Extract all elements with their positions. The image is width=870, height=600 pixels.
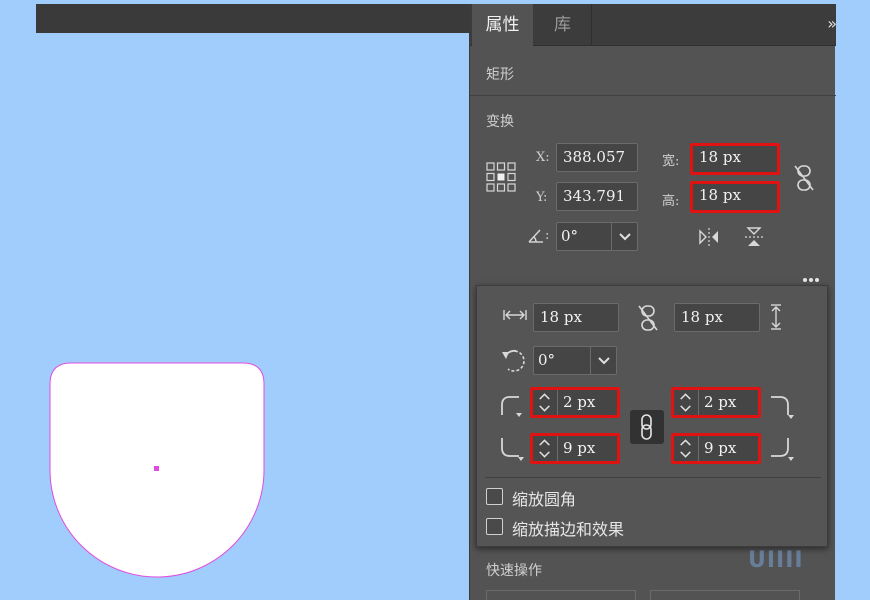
quick-action-button[interactable]: [486, 590, 636, 600]
angle-dropdown[interactable]: [611, 223, 637, 250]
scale-corners-label: 缩放圆角: [512, 490, 577, 509]
corner-top-left-input[interactable]: 2 px: [530, 387, 620, 418]
angle-value: 0°: [561, 227, 579, 245]
corner-bottom-right-icon[interactable]: [768, 436, 794, 462]
quick-actions-title: 快速操作: [486, 563, 542, 579]
link-dimensions-icon[interactable]: [637, 304, 659, 332]
x-label: X:: [536, 150, 550, 165]
transform-options-popup: 18 px 18 px 0° 2 px 2 px 9 px 9 px 缩放圆角 …: [476, 285, 828, 547]
stepper-arrows-icon[interactable]: [533, 436, 558, 461]
quick-action-button[interactable]: [650, 590, 800, 600]
height-label: 高:: [662, 194, 680, 209]
tab-properties[interactable]: 属性: [472, 4, 533, 46]
corner-bottom-right-value: 9 px: [704, 439, 737, 457]
corner-top-right-input[interactable]: 2 px: [671, 387, 761, 418]
rotate-icon: [502, 349, 525, 372]
corner-bottom-left-input[interactable]: 9 px: [530, 433, 620, 464]
more-options-icon[interactable]: [803, 267, 821, 286]
stepper-arrows-icon[interactable]: [674, 390, 699, 415]
link-icon: [641, 414, 652, 440]
corner-bottom-right-input[interactable]: 9 px: [671, 433, 761, 464]
reference-point-icon[interactable]: [486, 162, 516, 192]
stepper-arrows-icon[interactable]: [533, 390, 558, 415]
rounded-shape[interactable]: [49, 362, 265, 578]
popup-divider: [485, 477, 821, 478]
scale-corners-checkbox[interactable]: [486, 488, 503, 505]
link-corners-button[interactable]: [630, 410, 664, 444]
popup-width-input[interactable]: 18 px: [533, 303, 619, 332]
corner-top-right-value: 2 px: [704, 393, 737, 411]
chevron-down-icon: [598, 357, 610, 365]
corner-bottom-left-value: 9 px: [563, 439, 596, 457]
y-input[interactable]: 343.791: [556, 182, 638, 211]
angle-input[interactable]: 0°: [556, 222, 638, 251]
scale-strokes-label: 缩放描边和效果: [512, 520, 625, 539]
y-label: Y:: [536, 190, 548, 205]
width-arrows-icon: [503, 310, 527, 320]
flip-vertical-icon[interactable]: [744, 226, 764, 248]
constrain-proportions-icon[interactable]: [793, 164, 815, 192]
tab-libraries[interactable]: 库: [534, 4, 592, 46]
height-input[interactable]: 18 px: [690, 181, 780, 213]
popup-height-input[interactable]: 18 px: [674, 303, 760, 332]
height-arrows-icon: [771, 304, 781, 330]
scale-strokes-checkbox[interactable]: [486, 518, 503, 535]
canvas-top-bar: [36, 4, 470, 33]
angle-label: :: [545, 228, 550, 243]
transform-section-title: 变换: [486, 114, 514, 130]
width-input[interactable]: 18 px: [690, 143, 780, 175]
corner-top-left-icon[interactable]: [499, 393, 525, 419]
object-type-label: 矩形: [486, 67, 514, 83]
stepper-arrows-icon[interactable]: [674, 436, 699, 461]
chevron-down-icon: [619, 233, 631, 241]
panel-tab-bar: 属性 库 »: [470, 4, 837, 46]
collapse-panel-icon[interactable]: »: [827, 14, 837, 33]
rotation-value: 0°: [538, 351, 556, 369]
corner-bottom-left-icon[interactable]: [499, 436, 525, 462]
watermark-logo: UIIII: [748, 548, 804, 573]
corner-top-right-icon[interactable]: [768, 393, 794, 419]
center-point: [154, 466, 159, 471]
flip-horizontal-icon[interactable]: [698, 227, 720, 247]
divider: [470, 95, 836, 96]
rotation-dropdown[interactable]: [590, 347, 616, 374]
width-label: 宽:: [662, 154, 680, 169]
x-input[interactable]: 388.057: [556, 143, 638, 172]
corner-top-left-value: 2 px: [563, 393, 596, 411]
angle-icon: [528, 229, 543, 243]
popup-rotation-input[interactable]: 0°: [533, 346, 617, 375]
